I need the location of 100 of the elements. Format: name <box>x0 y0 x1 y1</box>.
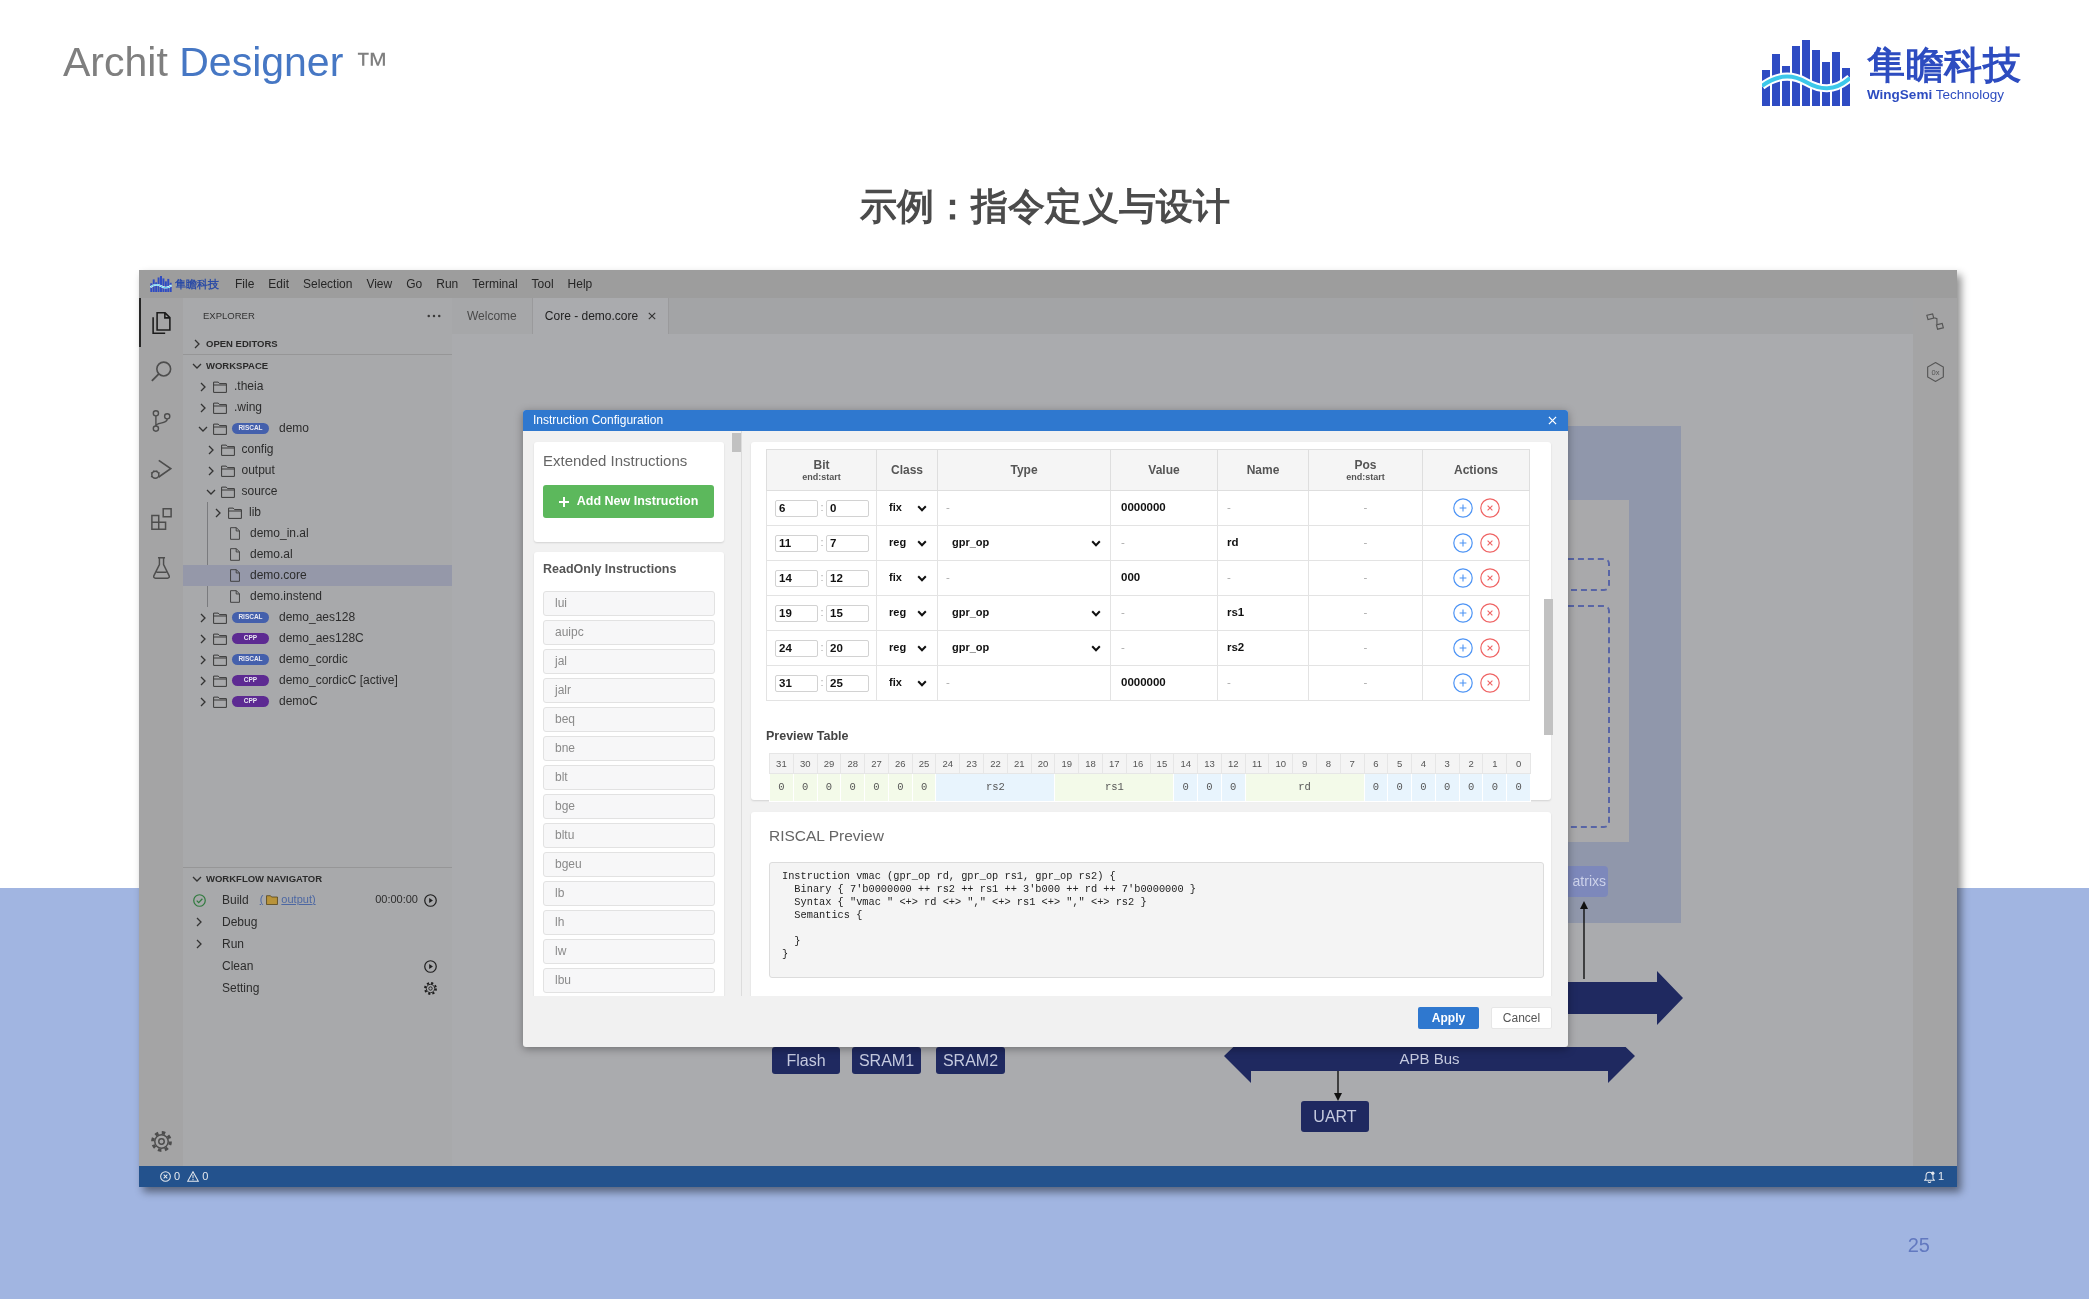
chevron-right-icon[interactable] <box>200 612 206 623</box>
x-circle-icon[interactable] <box>1479 673 1500 693</box>
instruction-item[interactable]: lw <box>543 939 715 964</box>
instruction-item[interactable]: bge <box>543 794 715 819</box>
settings-icon[interactable] <box>424 981 437 995</box>
scrollbar-thumb[interactable] <box>732 433 741 452</box>
section-header[interactable]: OPEN EDITORS <box>183 333 452 354</box>
tree-item[interactable]: .theia <box>183 376 452 397</box>
workflow-item[interactable]: Debug <box>183 911 452 933</box>
instruction-item[interactable]: bltu <box>543 823 715 848</box>
flask-icon[interactable] <box>152 556 170 579</box>
hex-icon[interactable]: 0x <box>1926 362 1944 382</box>
workflow-item[interactable]: Build ( output) 00:00:00 <box>183 889 452 911</box>
tree-item[interactable]: lib <box>183 502 452 523</box>
instruction-item[interactable]: lbu <box>543 968 715 993</box>
workflow-item[interactable]: Clean <box>183 955 452 977</box>
chevron-right-icon[interactable] <box>207 465 214 476</box>
menu-item[interactable]: View <box>359 274 400 294</box>
x-circle-icon[interactable] <box>1479 638 1500 658</box>
chevron-right-icon[interactable] <box>200 633 206 644</box>
cancel-button[interactable]: Cancel <box>1491 1007 1552 1029</box>
x-circle-icon[interactable] <box>1479 603 1500 623</box>
bit-start-field[interactable]: 12 <box>826 569 869 587</box>
menu-item[interactable]: Tool <box>524 274 561 294</box>
chevron-down-icon[interactable] <box>192 362 202 369</box>
workflow-item[interactable]: Setting <box>183 977 452 999</box>
instruction-item[interactable]: jalr <box>543 678 715 703</box>
bit-start-field[interactable]: 0 <box>826 499 869 517</box>
tree-item[interactable]: demo.core <box>183 565 452 586</box>
menu-item[interactable]: Help <box>560 274 600 294</box>
bit-end-field[interactable]: 19 <box>775 604 818 622</box>
tree-item[interactable]: demo.al <box>183 544 452 565</box>
bit-end-field[interactable]: 14 <box>775 569 818 587</box>
menu-item[interactable]: Selection <box>296 274 360 294</box>
instruction-item[interactable]: lui <box>543 591 715 616</box>
x-circle-icon[interactable] <box>1479 498 1500 518</box>
tree-item[interactable]: demo.instend <box>183 586 452 607</box>
chevron-right-icon[interactable] <box>196 917 202 927</box>
tree-item[interactable]: .wing <box>183 397 452 418</box>
chevron-right-icon[interactable] <box>200 654 206 665</box>
instruction-item[interactable]: lh <box>543 910 715 935</box>
chevron-right-icon[interactable] <box>196 939 202 949</box>
menu-item[interactable]: File <box>228 274 262 294</box>
tree-item[interactable]: output <box>183 460 452 481</box>
bit-end-field[interactable]: 11 <box>775 534 818 552</box>
tree-item[interactable]: demo_in.al <box>183 523 452 544</box>
more-icon[interactable] <box>427 313 441 318</box>
bit-end-field[interactable]: 24 <box>775 639 818 657</box>
search-icon[interactable] <box>150 361 172 382</box>
instruction-item[interactable]: auipc <box>543 620 715 645</box>
tree-item[interactable]: config <box>183 439 452 460</box>
error-icon[interactable] <box>160 1171 171 1182</box>
close-icon[interactable] <box>648 312 657 320</box>
chevron-right-icon[interactable] <box>200 402 206 413</box>
bit-end-field[interactable]: 6 <box>775 499 818 517</box>
instruction-item[interactable]: bne <box>543 736 715 761</box>
bit-start-field[interactable]: 7 <box>826 534 869 552</box>
bit-end-field[interactable]: 31 <box>775 674 818 692</box>
chevron-right-icon[interactable] <box>200 696 206 707</box>
section-header[interactable]: WORKFLOW NAVIGATOR <box>183 868 452 889</box>
x-circle-icon[interactable] <box>1479 533 1500 553</box>
menu-item[interactable]: Edit <box>261 274 297 294</box>
chevron-right-icon[interactable] <box>200 675 206 686</box>
bell-icon[interactable] <box>1923 1170 1935 1183</box>
menu-item[interactable]: Go <box>399 274 430 294</box>
plus-circle-icon[interactable] <box>1452 673 1473 693</box>
plus-circle-icon[interactable] <box>1452 533 1473 553</box>
run-debug-icon[interactable] <box>150 459 172 480</box>
plus-circle-icon[interactable] <box>1452 498 1473 518</box>
source-control-icon[interactable] <box>151 409 171 432</box>
instruction-item[interactable]: blt <box>543 765 715 790</box>
extensions-icon[interactable] <box>150 507 172 530</box>
menu-item[interactable]: Terminal <box>465 274 525 294</box>
chevron-down-icon[interactable] <box>192 875 202 882</box>
workflow-item[interactable]: Run <box>183 933 452 955</box>
diagram-icon[interactable] <box>1926 313 1944 331</box>
plus-circle-icon[interactable] <box>1452 603 1473 623</box>
bit-start-field[interactable]: 25 <box>826 674 869 692</box>
chevron-right-icon[interactable] <box>207 444 214 455</box>
chevron-down-icon[interactable] <box>198 425 208 432</box>
scrollbar-thumb[interactable] <box>1544 599 1553 735</box>
editor-tab[interactable]: Core - demo.core <box>532 298 670 334</box>
instruction-item[interactable]: bgeu <box>543 852 715 877</box>
plus-circle-icon[interactable] <box>1452 638 1473 658</box>
instruction-item[interactable]: beq <box>543 707 715 732</box>
section-header[interactable]: WORKSPACE <box>183 354 452 376</box>
settings-icon[interactable] <box>150 1131 172 1152</box>
chevron-right-icon[interactable] <box>215 507 221 518</box>
warning-icon[interactable] <box>187 1171 200 1182</box>
instruction-item[interactable]: lb <box>543 881 715 906</box>
instruction-item[interactable]: jal <box>543 649 715 674</box>
play-circle-icon[interactable] <box>424 893 437 907</box>
chevron-down-icon[interactable] <box>205 488 216 495</box>
bit-start-field[interactable]: 15 <box>826 604 869 622</box>
plus-circle-icon[interactable] <box>1452 568 1473 588</box>
files-icon[interactable] <box>151 311 171 334</box>
play-circle-icon[interactable] <box>424 959 437 973</box>
x-circle-icon[interactable] <box>1479 568 1500 588</box>
bit-start-field[interactable]: 20 <box>826 639 869 657</box>
tree-item[interactable]: source <box>183 481 452 502</box>
